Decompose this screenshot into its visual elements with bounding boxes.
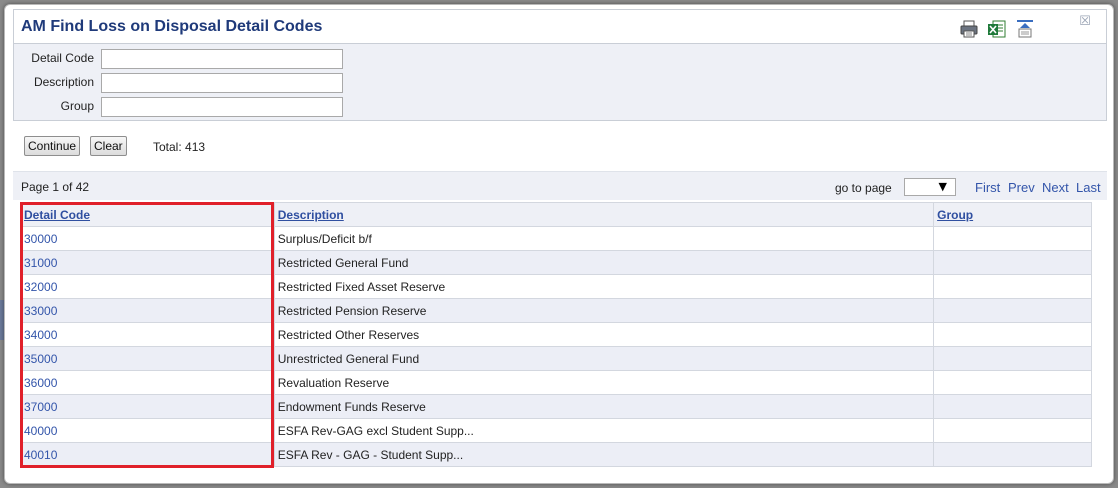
table-body: 30000 Surplus/Deficit b/f 31000 Restricted …: [20, 226, 1092, 467]
group-cell: [933, 418, 1092, 443]
goto-page-select[interactable]: ▼: [904, 178, 956, 196]
table-row[interactable]: 31000 Restricted General Fund: [20, 250, 1092, 275]
clear-button[interactable]: Clear: [90, 136, 127, 156]
column-header-detail-code[interactable]: Detail Code: [20, 202, 275, 227]
first-page-link[interactable]: First: [975, 180, 1000, 195]
detail-code-link[interactable]: 34000: [24, 328, 57, 342]
excel-export-icon[interactable]: [987, 19, 1007, 39]
group-cell: [933, 442, 1092, 467]
table-row[interactable]: 37000 Endowment Funds Reserve: [20, 394, 1092, 419]
group-cell: [933, 298, 1092, 323]
group-cell: [933, 274, 1092, 299]
collapse-icon[interactable]: [1015, 19, 1035, 39]
detail-code-link[interactable]: 33000: [24, 304, 57, 318]
group-cell: [933, 250, 1092, 275]
table-row[interactable]: 35000 Unrestricted General Fund: [20, 346, 1092, 371]
detail-code-cell[interactable]: 36000: [20, 370, 275, 395]
detail-code-cell[interactable]: 40010: [20, 442, 275, 467]
description-cell: Restricted Fixed Asset Reserve: [273, 274, 935, 299]
table-header-row: Detail Code Description Group: [20, 202, 1092, 227]
detail-code-cell[interactable]: 32000: [20, 274, 275, 299]
page-info: Page 1 of 42: [21, 180, 90, 194]
filter-panel: Detail Code Description Group: [13, 43, 1107, 121]
detail-code-link[interactable]: 35000: [24, 352, 57, 366]
description-cell: Restricted General Fund: [273, 250, 935, 275]
description-cell: ESFA Rev-GAG excl Student Supp...: [273, 418, 935, 443]
group-cell: [933, 394, 1092, 419]
detail-code-cell[interactable]: 33000: [20, 298, 275, 323]
description-cell: Restricted Other Reserves: [273, 322, 935, 347]
detail-code-link[interactable]: 36000: [24, 376, 57, 390]
close-icon[interactable]: ☒: [1078, 15, 1092, 29]
group-cell: [933, 322, 1092, 347]
detail-code-link[interactable]: 40000: [24, 424, 57, 438]
dialog-title: AM Find Loss on Disposal Detail Codes: [21, 18, 323, 35]
description-cell: Unrestricted General Fund: [273, 346, 935, 371]
continue-button[interactable]: Continue: [24, 136, 81, 156]
table-row[interactable]: 34000 Restricted Other Reserves: [20, 322, 1092, 347]
detail-code-link[interactable]: 30000: [24, 232, 57, 246]
column-header-description[interactable]: Description: [273, 202, 935, 227]
table-row[interactable]: 30000 Surplus/Deficit b/f: [20, 226, 1092, 251]
title-bar: AM Find Loss on Disposal Detail Codes ☒: [13, 9, 1107, 43]
table-row[interactable]: 33000 Restricted Pension Reserve: [20, 298, 1092, 323]
last-page-link[interactable]: Last: [1076, 180, 1101, 195]
detail-code-link[interactable]: 40010: [24, 448, 57, 462]
detail-code-cell[interactable]: 34000: [20, 322, 275, 347]
description-input[interactable]: [101, 73, 343, 93]
detail-code-link[interactable]: 31000: [24, 256, 57, 270]
group-label: Group: [60, 99, 94, 113]
prev-page-link[interactable]: Prev: [1008, 180, 1035, 195]
group-cell: [933, 346, 1092, 371]
detail-code-link[interactable]: 37000: [24, 400, 57, 414]
total-count: Total: 413: [153, 140, 206, 154]
find-dialog: AM Find Loss on Disposal Detail Codes ☒: [4, 4, 1114, 484]
description-cell: Restricted Pension Reserve: [273, 298, 935, 323]
description-cell: Surplus/Deficit b/f: [273, 226, 935, 251]
group-input[interactable]: [101, 97, 343, 117]
group-cell: [933, 370, 1092, 395]
detail-code-cell[interactable]: 31000: [20, 250, 275, 275]
group-cell: [933, 226, 1092, 251]
pager-bar: Page 1 of 42 go to page ▼ First Prev Nex…: [13, 171, 1107, 200]
table-row[interactable]: 40010 ESFA Rev - GAG - Student Supp...: [20, 442, 1092, 467]
detail-code-link[interactable]: 32000: [24, 280, 57, 294]
goto-page-label: go to page: [835, 181, 892, 195]
detail-code-cell[interactable]: 40000: [20, 418, 275, 443]
detail-code-input[interactable]: [101, 49, 343, 69]
detail-code-cell[interactable]: 37000: [20, 394, 275, 419]
results-table: Detail Code Description Group 30000 Surpl…: [20, 202, 1092, 467]
detail-code-cell[interactable]: 30000: [20, 226, 275, 251]
chevron-down-icon: ▼: [938, 180, 947, 193]
detail-code-cell[interactable]: 35000: [20, 346, 275, 371]
column-header-group[interactable]: Group: [933, 202, 1092, 227]
description-label: Description: [33, 75, 94, 89]
detail-code-label: Detail Code: [31, 51, 94, 65]
table-row[interactable]: 36000 Revaluation Reserve: [20, 370, 1092, 395]
description-cell: Endowment Funds Reserve: [273, 394, 935, 419]
table-row[interactable]: 40000 ESFA Rev-GAG excl Student Supp...: [20, 418, 1092, 443]
next-page-link[interactable]: Next: [1042, 180, 1069, 195]
description-cell: ESFA Rev - GAG - Student Supp...: [273, 442, 935, 467]
table-row[interactable]: 32000 Restricted Fixed Asset Reserve: [20, 274, 1092, 299]
print-icon[interactable]: [959, 19, 979, 39]
description-cell: Revaluation Reserve: [273, 370, 935, 395]
